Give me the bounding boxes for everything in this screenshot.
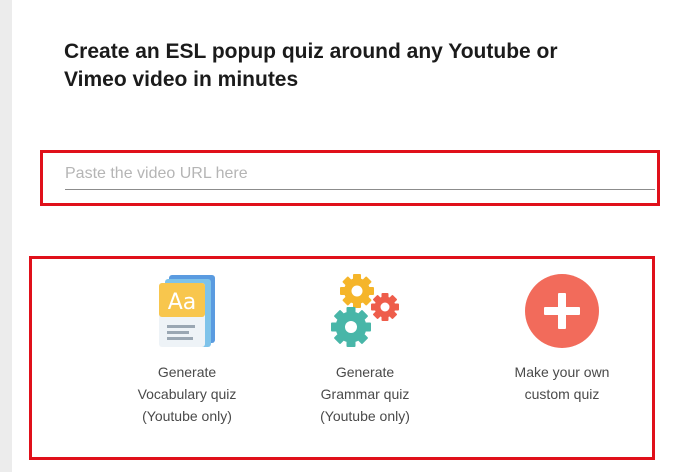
grammar-label-line-3: (Youtube only) (320, 408, 410, 424)
quiz-options-highlight: Aa Generate Vocabulary quiz (Youtube onl… (29, 256, 655, 460)
custom-quiz-label: Make your own custom quiz (482, 361, 642, 405)
left-rail (0, 0, 12, 472)
headline-line-2: Vimeo video in minutes (64, 68, 299, 91)
vocabulary-label-line-1: Generate (157, 364, 217, 380)
grammar-label-line-2: Grammar quiz (320, 386, 410, 402)
video-url-input[interactable] (65, 159, 655, 190)
gears-icon (331, 274, 399, 347)
generate-grammar-quiz-option[interactable]: Generate Grammar quiz (Youtube only) (285, 273, 445, 427)
vocabulary-card-text: Aa (168, 290, 197, 315)
vocabulary-quiz-label: Generate Vocabulary quiz (Youtube only) (107, 361, 267, 427)
make-custom-quiz-option[interactable]: Make your own custom quiz (482, 273, 642, 405)
plus-circle-icon (525, 274, 599, 348)
vocabulary-label-line-2: Vocabulary quiz (137, 386, 237, 402)
custom-label-line-2: custom quiz (524, 386, 600, 402)
page-headline: Create an ESL popup quiz around any Yout… (64, 38, 644, 94)
url-input-highlight (40, 150, 660, 206)
vocabulary-card-icon: Aa (159, 275, 215, 347)
vocabulary-label-line-3: (Youtube only) (142, 408, 232, 424)
custom-label-line-1: Make your own (514, 364, 610, 380)
grammar-label-line-1: Generate (335, 364, 395, 380)
grammar-quiz-label: Generate Grammar quiz (Youtube only) (285, 361, 445, 427)
generate-vocabulary-quiz-option[interactable]: Aa Generate Vocabulary quiz (Youtube onl… (107, 273, 267, 427)
headline-line-1: Create an ESL popup quiz around any Yout… (64, 40, 558, 63)
